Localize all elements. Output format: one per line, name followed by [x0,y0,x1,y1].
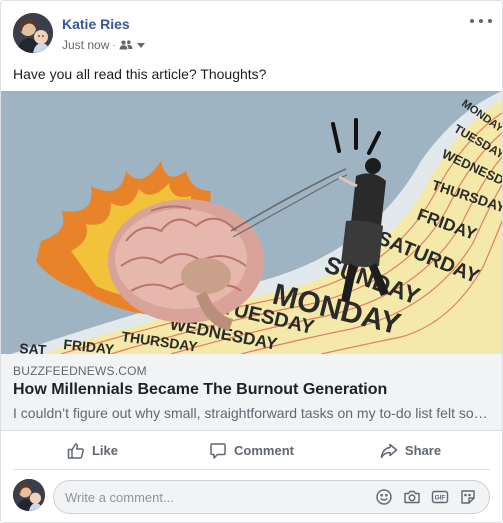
author-avatar[interactable] [13,13,53,53]
more-options-icon[interactable] [470,14,492,28]
meta-separator: · [112,39,116,51]
comment-label: Comment [234,443,294,458]
share-button[interactable]: Share [331,432,490,469]
share-label: Share [404,443,442,458]
svg-text:GIF: GIF [435,495,446,502]
comment-composer: GIF [53,480,490,514]
link-preview-panel[interactable]: BUZZFEEDNEWS.COM How Millennials Became … [1,354,502,431]
commenter-avatar [13,479,45,511]
comment-input[interactable] [65,481,365,513]
sticker-icon[interactable] [459,488,477,506]
post-meta: Just now · [62,38,146,52]
post-text: Have you all read this article? Thoughts… [13,66,267,82]
share-icon [380,442,398,460]
comment-icon [209,442,227,460]
post-card: Katie Ries Just now · Have you all read … [0,0,503,523]
camera-icon[interactable] [403,488,421,506]
comment-button[interactable]: Comment [172,432,331,469]
link-title[interactable]: How Millennials Became The Burnout Gener… [13,381,387,399]
link-preview-image[interactable]: MONDAY TUESDAY WEDNESDAY THURSDAY FRIDAY… [1,91,502,354]
friends-icon [119,40,133,50]
link-source: BUZZFEEDNEWS.COM [13,364,147,378]
gif-icon[interactable]: GIF [431,488,449,506]
thumbs-up-icon [67,442,85,460]
post-timestamp[interactable]: Just now [62,38,109,52]
link-description: I couldn’t figure out why small, straigh… [13,405,491,421]
audience-dropdown-icon[interactable] [136,41,146,49]
illustration-word: SAT [19,340,47,354]
author-name[interactable]: Katie Ries [62,16,130,32]
like-label: Like [91,443,118,458]
post-actions-bar: Like Comment Share [13,432,490,470]
emoji-icon[interactable] [375,488,393,506]
like-button[interactable]: Like [13,432,172,469]
